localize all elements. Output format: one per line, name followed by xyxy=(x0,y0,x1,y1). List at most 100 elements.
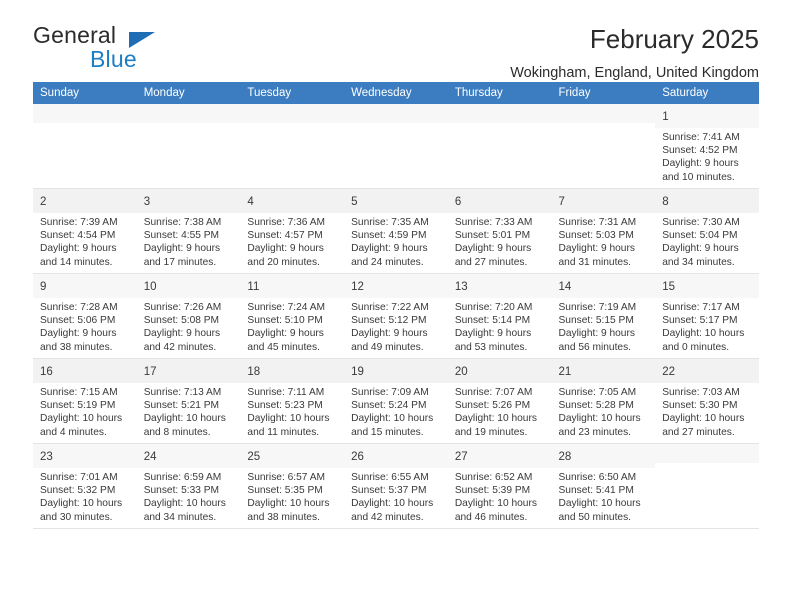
calendar-day-cell[interactable]: 13 Sunrise: 7:20 AM Sunset: 5:14 PM Dayligh… xyxy=(447,273,552,359)
day-number: 5 xyxy=(351,196,358,208)
day-number-bar: 10 xyxy=(136,274,241,298)
calendar-day-cell[interactable]: 20 Sunrise: 7:07 AM Sunset: 5:26 PM Dayligh… xyxy=(447,358,552,444)
sunrise-text: Sunrise: 7:01 AM xyxy=(40,472,118,483)
calendar-day-cell[interactable]: 18 Sunrise: 7:11 AM Sunset: 5:23 PM Dayligh… xyxy=(240,358,345,444)
calendar-day-cell[interactable]: 14 Sunrise: 7:19 AM Sunset: 5:15 PM Dayligh… xyxy=(551,273,656,359)
calendar-day-cell[interactable]: 6 Sunrise: 7:33 AM Sunset: 5:01 PM Daylight… xyxy=(447,188,552,274)
day-details: Sunrise: 7:36 AM Sunset: 4:57 PM Daylight:… xyxy=(240,213,344,269)
calendar-day-content: 6 Sunrise: 7:33 AM Sunset: 5:01 PM Daylight… xyxy=(447,189,552,273)
day-number-bar: 26 xyxy=(344,444,448,468)
sunset-text: Sunset: 5:15 PM xyxy=(558,315,634,327)
calendar-day-cell[interactable]: 23 Sunrise: 7:01 AM Sunset: 5:32 PM Dayligh… xyxy=(33,443,137,529)
day-number-bar: 23 xyxy=(33,444,137,468)
calendar-day-cell[interactable]: 15 Sunrise: 7:17 AM Sunset: 5:17 PM Dayligh… xyxy=(655,273,759,359)
daylight-text-line1: Daylight: 9 hours xyxy=(558,328,635,340)
daylight-text-line1: Daylight: 9 hours xyxy=(351,328,428,340)
sunrise-text: Sunrise: 6:52 AM xyxy=(454,472,533,483)
day-number: 3 xyxy=(143,196,151,208)
calendar-day-cell[interactable]: 7 Sunrise: 7:31 AM Sunset: 5:03 PM Daylight… xyxy=(551,188,656,274)
calendar-day-content: 5 Sunrise: 7:35 AM Sunset: 4:59 PM Daylight… xyxy=(344,189,448,273)
calendar-cell-empty xyxy=(136,104,241,189)
day-details: Sunrise: 7:38 AM Sunset: 4:55 PM Daylight:… xyxy=(137,213,241,269)
day-number-bar: 22 xyxy=(655,359,759,383)
daylight-text-line2: and 17 minutes. xyxy=(143,256,217,268)
title-block: February 2025 Wokingham, England, United… xyxy=(510,24,759,84)
calendar-day-cell[interactable]: 8 Sunrise: 7:30 AM Sunset: 5:04 PM Daylight… xyxy=(655,188,759,274)
day-number: 6 xyxy=(454,196,462,208)
day-details: Sunrise: 7:33 AM Sunset: 5:01 PM Daylight:… xyxy=(448,213,552,269)
sunset-text: Sunset: 5:23 PM xyxy=(247,400,323,412)
day-number-bar xyxy=(240,104,345,123)
calendar-day-content: 27 Sunrise: 6:52 AM Sunset: 5:39 PM Dayligh… xyxy=(447,444,552,528)
sunset-text: Sunset: 5:12 PM xyxy=(351,315,427,327)
calendar-table: Sunday Monday Tuesday Wednesday Thursday… xyxy=(33,82,759,529)
day-details: Sunrise: 6:59 AM Sunset: 5:33 PM Daylight:… xyxy=(137,468,241,524)
weekday-header-monday: Monday xyxy=(136,82,241,104)
day-number-bar: 28 xyxy=(551,444,656,468)
calendar-cell-empty xyxy=(551,104,656,189)
daylight-text-line2: and 10 minutes. xyxy=(662,171,735,183)
day-number-bar: 12 xyxy=(344,274,448,298)
calendar-day-content: 13 Sunrise: 7:20 AM Sunset: 5:14 PM Dayligh… xyxy=(447,274,552,358)
daylight-text-line2: and 24 minutes. xyxy=(351,256,424,268)
calendar-day-cell[interactable]: 9 Sunrise: 7:28 AM Sunset: 5:06 PM Daylight… xyxy=(33,273,137,359)
calendar-day-cell[interactable]: 1 Sunrise: 7:41 AM Sunset: 4:52 PM Daylight… xyxy=(655,104,759,189)
sunset-text: Sunset: 5:24 PM xyxy=(351,400,427,412)
calendar-day-cell[interactable]: 22 Sunrise: 7:03 AM Sunset: 5:30 PM Dayligh… xyxy=(655,358,759,444)
calendar-day-cell[interactable]: 25 Sunrise: 6:57 AM Sunset: 5:35 PM Dayligh… xyxy=(240,443,345,529)
daylight-text-line1: Daylight: 9 hours xyxy=(247,328,324,340)
calendar-day-cell[interactable]: 16 Sunrise: 7:15 AM Sunset: 5:19 PM Dayligh… xyxy=(33,358,137,444)
day-details: Sunrise: 7:26 AM Sunset: 5:08 PM Daylight:… xyxy=(137,298,241,354)
day-number-bar: 16 xyxy=(33,359,137,383)
calendar-day-cell[interactable]: 27 Sunrise: 6:52 AM Sunset: 5:39 PM Dayligh… xyxy=(447,443,552,529)
calendar-day-cell[interactable]: 17 Sunrise: 7:13 AM Sunset: 5:21 PM Dayligh… xyxy=(136,358,241,444)
calendar-day-cell[interactable]: 10 Sunrise: 7:26 AM Sunset: 5:08 PM Dayligh… xyxy=(136,273,241,359)
day-number: 11 xyxy=(247,281,260,293)
daylight-text-line1: Daylight: 10 hours xyxy=(247,498,330,510)
calendar-day-content: 1 Sunrise: 7:41 AM Sunset: 4:52 PM Daylight… xyxy=(655,104,759,188)
day-details: Sunrise: 7:19 AM Sunset: 5:15 PM Daylight:… xyxy=(552,298,656,354)
weekday-header-saturday: Saturday xyxy=(655,82,759,104)
daylight-text-line1: Daylight: 10 hours xyxy=(247,413,330,425)
calendar-day-content: 26 Sunrise: 6:55 AM Sunset: 5:37 PM Dayligh… xyxy=(344,444,448,528)
calendar-day-cell[interactable]: 4 Sunrise: 7:36 AM Sunset: 4:57 PM Daylight… xyxy=(240,188,345,274)
daylight-text-line2: and 11 minutes. xyxy=(247,426,320,438)
calendar-day-cell[interactable]: 21 Sunrise: 7:05 AM Sunset: 5:28 PM Dayligh… xyxy=(551,358,656,444)
daylight-text-line2: and 45 minutes. xyxy=(247,341,320,353)
day-number-bar xyxy=(551,104,656,123)
calendar-day-cell[interactable]: 28 Sunrise: 6:50 AM Sunset: 5:41 PM Dayligh… xyxy=(551,443,656,529)
sunrise-text: Sunrise: 6:59 AM xyxy=(143,472,222,483)
calendar-day-content: 19 Sunrise: 7:09 AM Sunset: 5:24 PM Dayligh… xyxy=(344,359,448,443)
calendar-cell-empty xyxy=(240,104,345,189)
day-details: Sunrise: 7:09 AM Sunset: 5:24 PM Daylight:… xyxy=(344,383,448,439)
calendar-day-cell[interactable]: 3 Sunrise: 7:38 AM Sunset: 4:55 PM Daylight… xyxy=(136,188,241,274)
calendar-day-cell[interactable]: 19 Sunrise: 7:09 AM Sunset: 5:24 PM Dayligh… xyxy=(344,358,448,444)
day-number-bar: 9 xyxy=(33,274,137,298)
calendar-day-cell[interactable]: 5 Sunrise: 7:35 AM Sunset: 4:59 PM Daylight… xyxy=(344,188,448,274)
daylight-text-line1: Daylight: 9 hours xyxy=(558,243,635,255)
calendar-day-cell[interactable]: 26 Sunrise: 6:55 AM Sunset: 5:37 PM Dayligh… xyxy=(344,443,448,529)
calendar-day-content: 10 Sunrise: 7:26 AM Sunset: 5:08 PM Dayligh… xyxy=(136,274,241,358)
calendar-week-row: 9 Sunrise: 7:28 AM Sunset: 5:06 PM Daylight… xyxy=(33,273,759,359)
day-details: Sunrise: 7:35 AM Sunset: 4:59 PM Daylight:… xyxy=(344,213,448,269)
daylight-text-line2: and 27 minutes. xyxy=(662,426,735,438)
day-number: 28 xyxy=(558,451,572,463)
daylight-text-line1: Daylight: 9 hours xyxy=(143,243,221,255)
weekday-header-thursday: Thursday xyxy=(447,82,552,104)
day-number-bar xyxy=(33,104,137,123)
brand-logo: General Blue xyxy=(33,24,173,72)
daylight-text-line1: Daylight: 9 hours xyxy=(454,243,532,255)
daylight-text-line1: Daylight: 10 hours xyxy=(454,498,537,510)
calendar-day-cell[interactable]: 24 Sunrise: 6:59 AM Sunset: 5:33 PM Dayligh… xyxy=(136,443,241,529)
calendar-day-cell[interactable]: 11 Sunrise: 7:24 AM Sunset: 5:10 PM Dayligh… xyxy=(240,273,345,359)
day-number: 12 xyxy=(351,281,364,293)
sunset-text: Sunset: 5:41 PM xyxy=(558,485,634,497)
calendar-day-cell[interactable]: 12 Sunrise: 7:22 AM Sunset: 5:12 PM Dayligh… xyxy=(344,273,448,359)
calendar-day-content: 9 Sunrise: 7:28 AM Sunset: 5:06 PM Daylight… xyxy=(33,274,137,358)
daylight-text-line2: and 53 minutes. xyxy=(454,341,528,353)
day-number-bar xyxy=(136,104,241,123)
calendar-day-cell[interactable]: 2 Sunrise: 7:39 AM Sunset: 4:54 PM Daylight… xyxy=(33,188,137,274)
daylight-text-line2: and 31 minutes. xyxy=(558,256,632,268)
daylight-text-line2: and 27 minutes. xyxy=(454,256,528,268)
sunset-text: Sunset: 4:55 PM xyxy=(143,230,220,242)
